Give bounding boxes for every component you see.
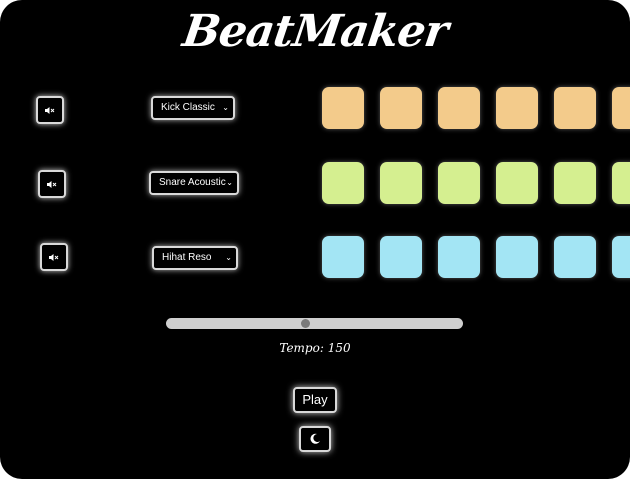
speaker-mute-icon xyxy=(47,180,57,188)
beatmaker-app: BeatMaker Kick Classic ⌄ Snare Acoustic … xyxy=(0,0,630,479)
snare-pad[interactable] xyxy=(496,162,538,204)
hihat-pad[interactable] xyxy=(496,236,538,278)
snare-sound-select[interactable]: Snare Acoustic ⌄ xyxy=(149,171,239,195)
track-row-snare: Snare Acoustic ⌄ xyxy=(0,160,630,204)
theme-toggle-button[interactable] xyxy=(299,426,331,452)
snare-sound-label: Snare Acoustic xyxy=(159,177,226,188)
speaker-mute-icon xyxy=(45,106,55,114)
kick-sound-label: Kick Classic xyxy=(161,102,215,113)
snare-pad[interactable] xyxy=(438,162,480,204)
hihat-pad[interactable] xyxy=(554,236,596,278)
snare-pad[interactable] xyxy=(322,162,364,204)
snare-pad[interactable] xyxy=(554,162,596,204)
track-row-kick: Kick Classic ⌄ xyxy=(0,86,630,130)
moon-icon xyxy=(310,433,320,444)
hihat-mute-button[interactable] xyxy=(40,243,68,271)
chevron-down-icon: ⌄ xyxy=(226,178,233,187)
tempo-label: Tempo: 150 xyxy=(279,341,351,355)
chevron-down-icon: ⌄ xyxy=(225,253,232,262)
kick-pad[interactable] xyxy=(612,87,630,129)
kick-pad[interactable] xyxy=(554,87,596,129)
snare-pad[interactable] xyxy=(612,162,630,204)
kick-pad[interactable] xyxy=(380,87,422,129)
tempo-slider-thumb[interactable] xyxy=(301,319,310,328)
hihat-sound-select[interactable]: Hihat Reso ⌄ xyxy=(152,246,238,270)
track-row-hihat: Hihat Reso ⌄ xyxy=(0,234,630,278)
kick-pad[interactable] xyxy=(496,87,538,129)
play-button[interactable]: Play xyxy=(293,387,337,413)
hihat-pad[interactable] xyxy=(322,236,364,278)
hihat-pad[interactable] xyxy=(612,236,630,278)
snare-mute-button[interactable] xyxy=(38,170,66,198)
speaker-mute-icon xyxy=(49,253,59,261)
kick-pad[interactable] xyxy=(438,87,480,129)
hihat-pad[interactable] xyxy=(380,236,422,278)
chevron-down-icon: ⌄ xyxy=(222,103,229,112)
hihat-pad[interactable] xyxy=(438,236,480,278)
app-title: BeatMaker xyxy=(179,6,451,57)
tempo-slider[interactable] xyxy=(166,318,463,329)
hihat-sound-label: Hihat Reso xyxy=(162,252,212,263)
kick-sound-select[interactable]: Kick Classic ⌄ xyxy=(151,96,235,120)
kick-pad[interactable] xyxy=(322,87,364,129)
snare-pad[interactable] xyxy=(380,162,422,204)
kick-mute-button[interactable] xyxy=(36,96,64,124)
